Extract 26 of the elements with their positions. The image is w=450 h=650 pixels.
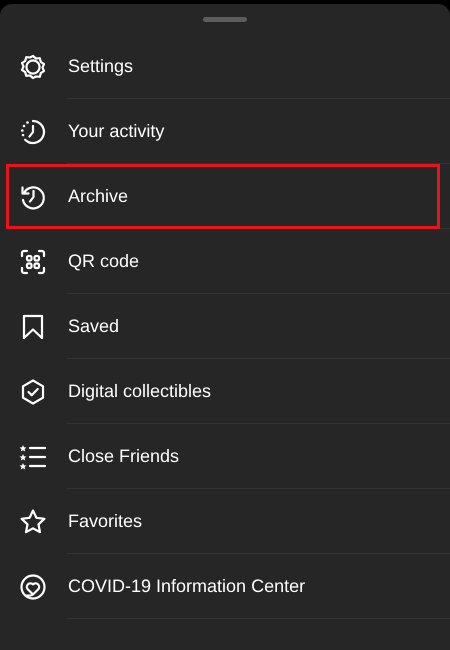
menu-label: Archive	[68, 185, 128, 208]
menu-label: Favorites	[68, 510, 142, 533]
menu-item[interactable]: Your activity	[0, 99, 450, 164]
menu-label: Settings	[68, 55, 134, 78]
hexagon-check-icon	[19, 378, 47, 406]
menu-label: COVID-19 Information Center	[68, 575, 306, 598]
menu-label: Your activity	[68, 120, 164, 143]
activity-clock-icon	[19, 118, 47, 146]
menu-label: Saved	[68, 315, 120, 338]
drag-handle[interactable]	[203, 17, 247, 22]
qr-code-icon	[19, 248, 47, 276]
menu-item[interactable]: Close Friends	[0, 424, 450, 489]
menu-item[interactable]: Favorites	[0, 489, 450, 554]
menu-label: Digital collectibles	[68, 380, 212, 403]
star-list-icon	[19, 442, 47, 470]
menu-item[interactable]: COVID-19 Information Center	[0, 554, 450, 619]
menu-label: Close Friends	[68, 445, 180, 468]
menu-item[interactable]: Saved	[0, 294, 450, 359]
menu-item[interactable]: Digital collectibles	[0, 359, 450, 424]
menu-label: QR code	[68, 250, 140, 273]
menu-item[interactable]: Archive	[0, 164, 450, 229]
settings-icon	[19, 52, 47, 80]
menu-item[interactable]: QR code	[0, 229, 450, 294]
menu-item[interactable]: Settings	[0, 34, 450, 99]
star-icon	[19, 508, 47, 536]
heart-circle-icon	[19, 572, 47, 600]
